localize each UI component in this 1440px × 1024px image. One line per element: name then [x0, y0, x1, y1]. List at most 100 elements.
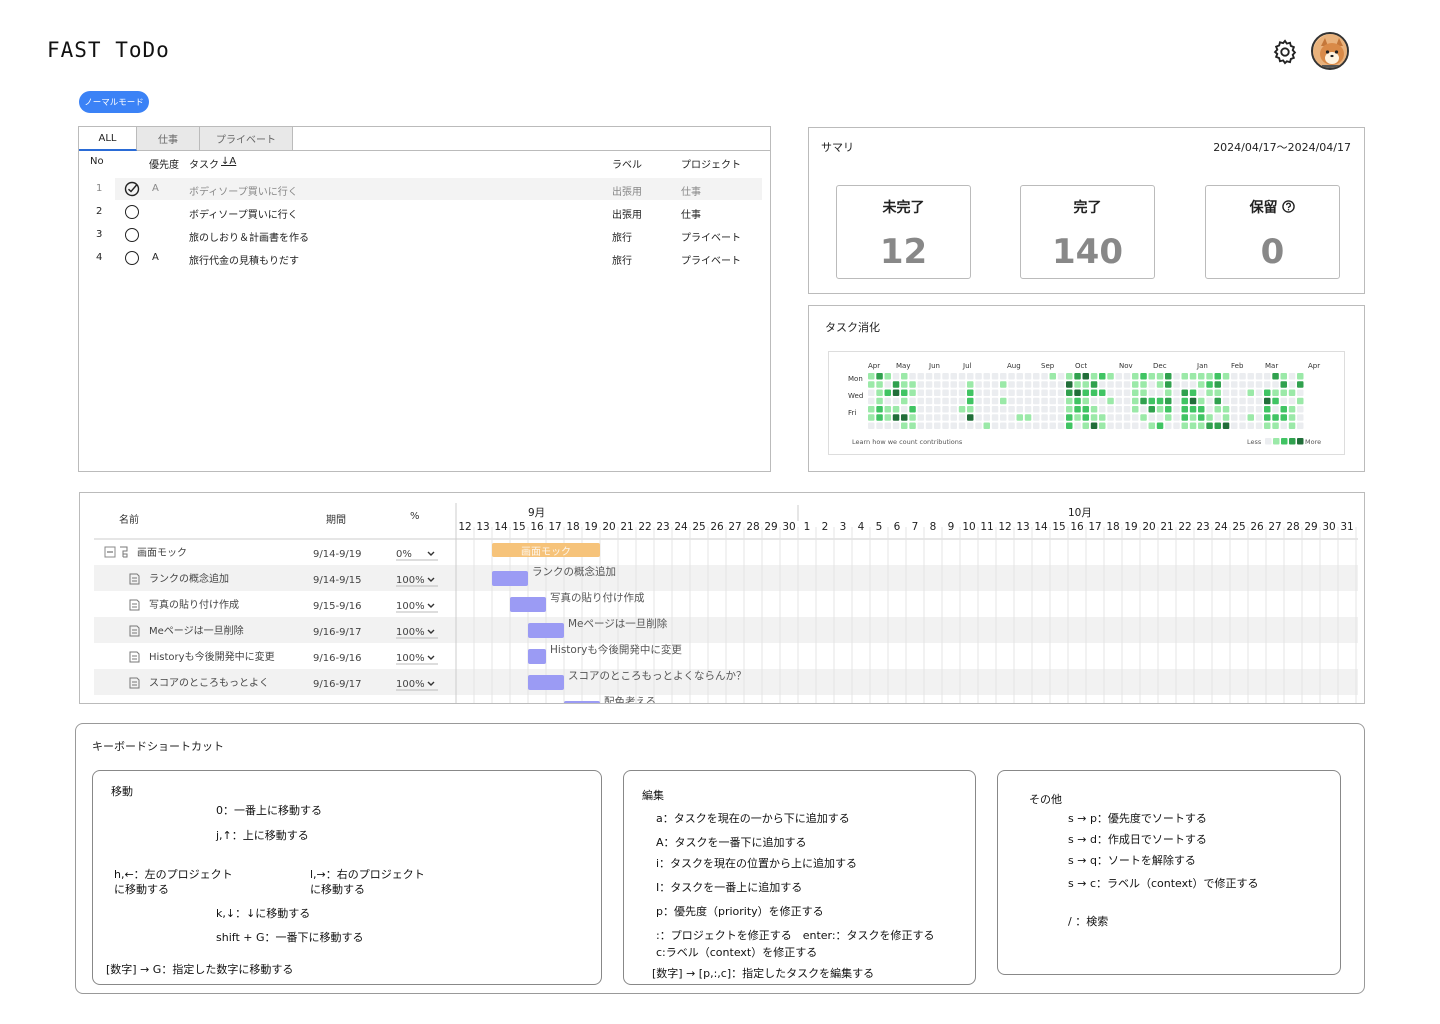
card-incomplete[interactable]: 未完了 12 [836, 185, 971, 279]
heatmap-cell [1000, 406, 1007, 413]
heatmap-cell [1049, 381, 1056, 388]
gantt-bar[interactable] [528, 623, 564, 638]
heatmap-cell [1008, 389, 1015, 396]
heatmap-cell [1264, 381, 1271, 388]
gantt-task-percent[interactable]: 100% [396, 627, 425, 638]
heatmap-cell [1297, 381, 1304, 388]
gantt-task-name[interactable]: スコアのところもっとよく [149, 677, 269, 689]
heatmap-cell [917, 381, 924, 388]
gantt-task-percent[interactable]: 0% [396, 549, 412, 560]
heatmap-cell [1041, 422, 1048, 429]
col-priority[interactable]: 優先度 [149, 156, 179, 171]
tab-all[interactable]: ALL [79, 127, 137, 151]
chevron-down-icon[interactable] [427, 655, 435, 660]
user-avatar[interactable] [1311, 32, 1349, 70]
task-row[interactable]: 1 A ボディソープ買いに行く 出張用 仕事 [96, 178, 762, 200]
heatmap-cell [1214, 389, 1221, 396]
task-row[interactable]: 3 旅のしおり＆計画書を作る 旅行 プライベート [79, 224, 770, 246]
checkbox-circle[interactable] [125, 251, 139, 265]
heatmap-cell [1288, 422, 1296, 429]
kb-edit-box: 編集 a：タスクを現在の一から下に追加する A：タスクを一番下に追加する i：タ… [623, 770, 976, 985]
heatmap-cell [909, 422, 916, 429]
gantt-day-label: 15 [512, 521, 525, 533]
heatmap-cell [1231, 373, 1238, 380]
heatmap-cell [1090, 414, 1098, 421]
task-list-panel: ALL 仕事 プライベート No 優先度 タスク ↓A ラベル プロジェクト 1… [78, 126, 771, 472]
gantt-day-label: 8 [930, 521, 937, 533]
normal-mode-button[interactable]: ノーマルモード [79, 91, 149, 113]
heatmap-cell [1189, 397, 1197, 405]
card-value: 12 [879, 232, 928, 272]
task-row[interactable]: 2 ボディソープ買いに行く 出張用 仕事 [79, 201, 770, 223]
heatmap-cell [1082, 414, 1089, 421]
heatmap-cell [1239, 389, 1246, 396]
gantt-task-name[interactable]: 配色考える [149, 702, 199, 704]
check-circle-icon[interactable] [124, 181, 140, 197]
heatmap-cell [1057, 373, 1065, 380]
heatmap-cell [1082, 389, 1089, 396]
row-number: 1 [96, 183, 103, 194]
chevron-down-icon[interactable] [427, 603, 435, 608]
heatmap-cell [868, 406, 875, 413]
heatmap-cell [1016, 397, 1023, 405]
gantt-task-percent[interactable]: 100% [396, 601, 425, 612]
summary-date-range[interactable]: 2024/04/17〜2024/04/17 [1213, 139, 1351, 155]
heatmap-cell [1214, 381, 1221, 388]
gantt-bar[interactable] [564, 701, 600, 704]
heatmap-cell [1189, 414, 1197, 421]
sort-az-icon[interactable]: ↓A [221, 156, 236, 167]
gantt-task-name[interactable]: ランクの概念追加 [149, 572, 229, 585]
heatmap-cell [1173, 381, 1180, 388]
gantt-task-name[interactable]: Meページは一旦削除 [149, 624, 244, 637]
col-label[interactable]: ラベル [612, 156, 642, 171]
heatmap-cell [1239, 406, 1246, 413]
heatmap-cell [1099, 389, 1106, 396]
checkbox-circle[interactable] [125, 228, 139, 242]
heatmap-cell [1156, 406, 1164, 413]
card-label: 保留 [1206, 197, 1339, 217]
col-project[interactable]: プロジェクト [681, 156, 741, 171]
help-icon[interactable] [1282, 200, 1296, 213]
chevron-down-icon[interactable] [427, 551, 435, 556]
gantt-bar[interactable] [492, 571, 528, 586]
heatmap-cell [1132, 381, 1139, 388]
kb-move-right-2: に移動する [310, 883, 365, 896]
heatmap-cell [1272, 406, 1279, 413]
gantt-task-name[interactable]: 画面モック [137, 547, 187, 559]
card-complete[interactable]: 完了 140 [1020, 185, 1155, 279]
kb-other-title: その他 [1029, 793, 1062, 806]
gantt-day-label: 27 [1268, 521, 1281, 533]
gantt-day-label: 9 [948, 521, 955, 533]
gantt-task-percent[interactable]: 100% [396, 679, 425, 690]
heatmap-cell [1231, 397, 1238, 405]
heatmap-learn-link[interactable]: Learn how we count contributions [852, 438, 963, 446]
checkbox-circle[interactable] [125, 205, 139, 219]
heatmap-cell [884, 397, 891, 405]
gear-icon[interactable] [1271, 38, 1299, 66]
heatmap-cell [1280, 414, 1287, 421]
kb-move-left-1: h,←：左のプロジェクト [114, 868, 233, 881]
card-on-hold[interactable]: 保留 0 [1205, 185, 1340, 279]
task-consumption-panel: タスク消化 Apr May Jun Jul Aug Sep Oct Nov Dec Jan Feb M… [808, 305, 1365, 472]
gantt-task-percent[interactable]: 100% [396, 575, 425, 586]
gantt-bar[interactable] [510, 597, 546, 612]
heatmap-cell [1123, 422, 1131, 429]
heatmap-cell [1231, 381, 1238, 388]
gantt-bar[interactable] [528, 649, 546, 664]
heatmap-cell [909, 373, 916, 380]
task-row[interactable]: 4 A 旅行代金の見積もりだす 旅行 プライベート [79, 247, 770, 269]
heatmap-cell [1148, 381, 1155, 388]
tab-work[interactable]: 仕事 [137, 127, 200, 151]
col-task[interactable]: タスク [189, 156, 219, 171]
heatmap-cell [1239, 422, 1246, 429]
heatmap-cell [1181, 406, 1188, 413]
heatmap-day-label: Mon [848, 375, 863, 383]
gantt-task-name[interactable]: Historyも今後開発中に変更 [149, 650, 275, 663]
gantt-task-percent[interactable]: 100% [396, 653, 425, 664]
gantt-task-name[interactable]: 写真の貼り付け作成 [149, 598, 239, 611]
heatmap-cell [934, 422, 941, 429]
gantt-bar[interactable] [528, 675, 564, 690]
tab-private[interactable]: プライベート [200, 127, 293, 151]
heatmap-month-label: Jul [962, 362, 972, 370]
gantt-day-label: 23 [1196, 521, 1209, 533]
